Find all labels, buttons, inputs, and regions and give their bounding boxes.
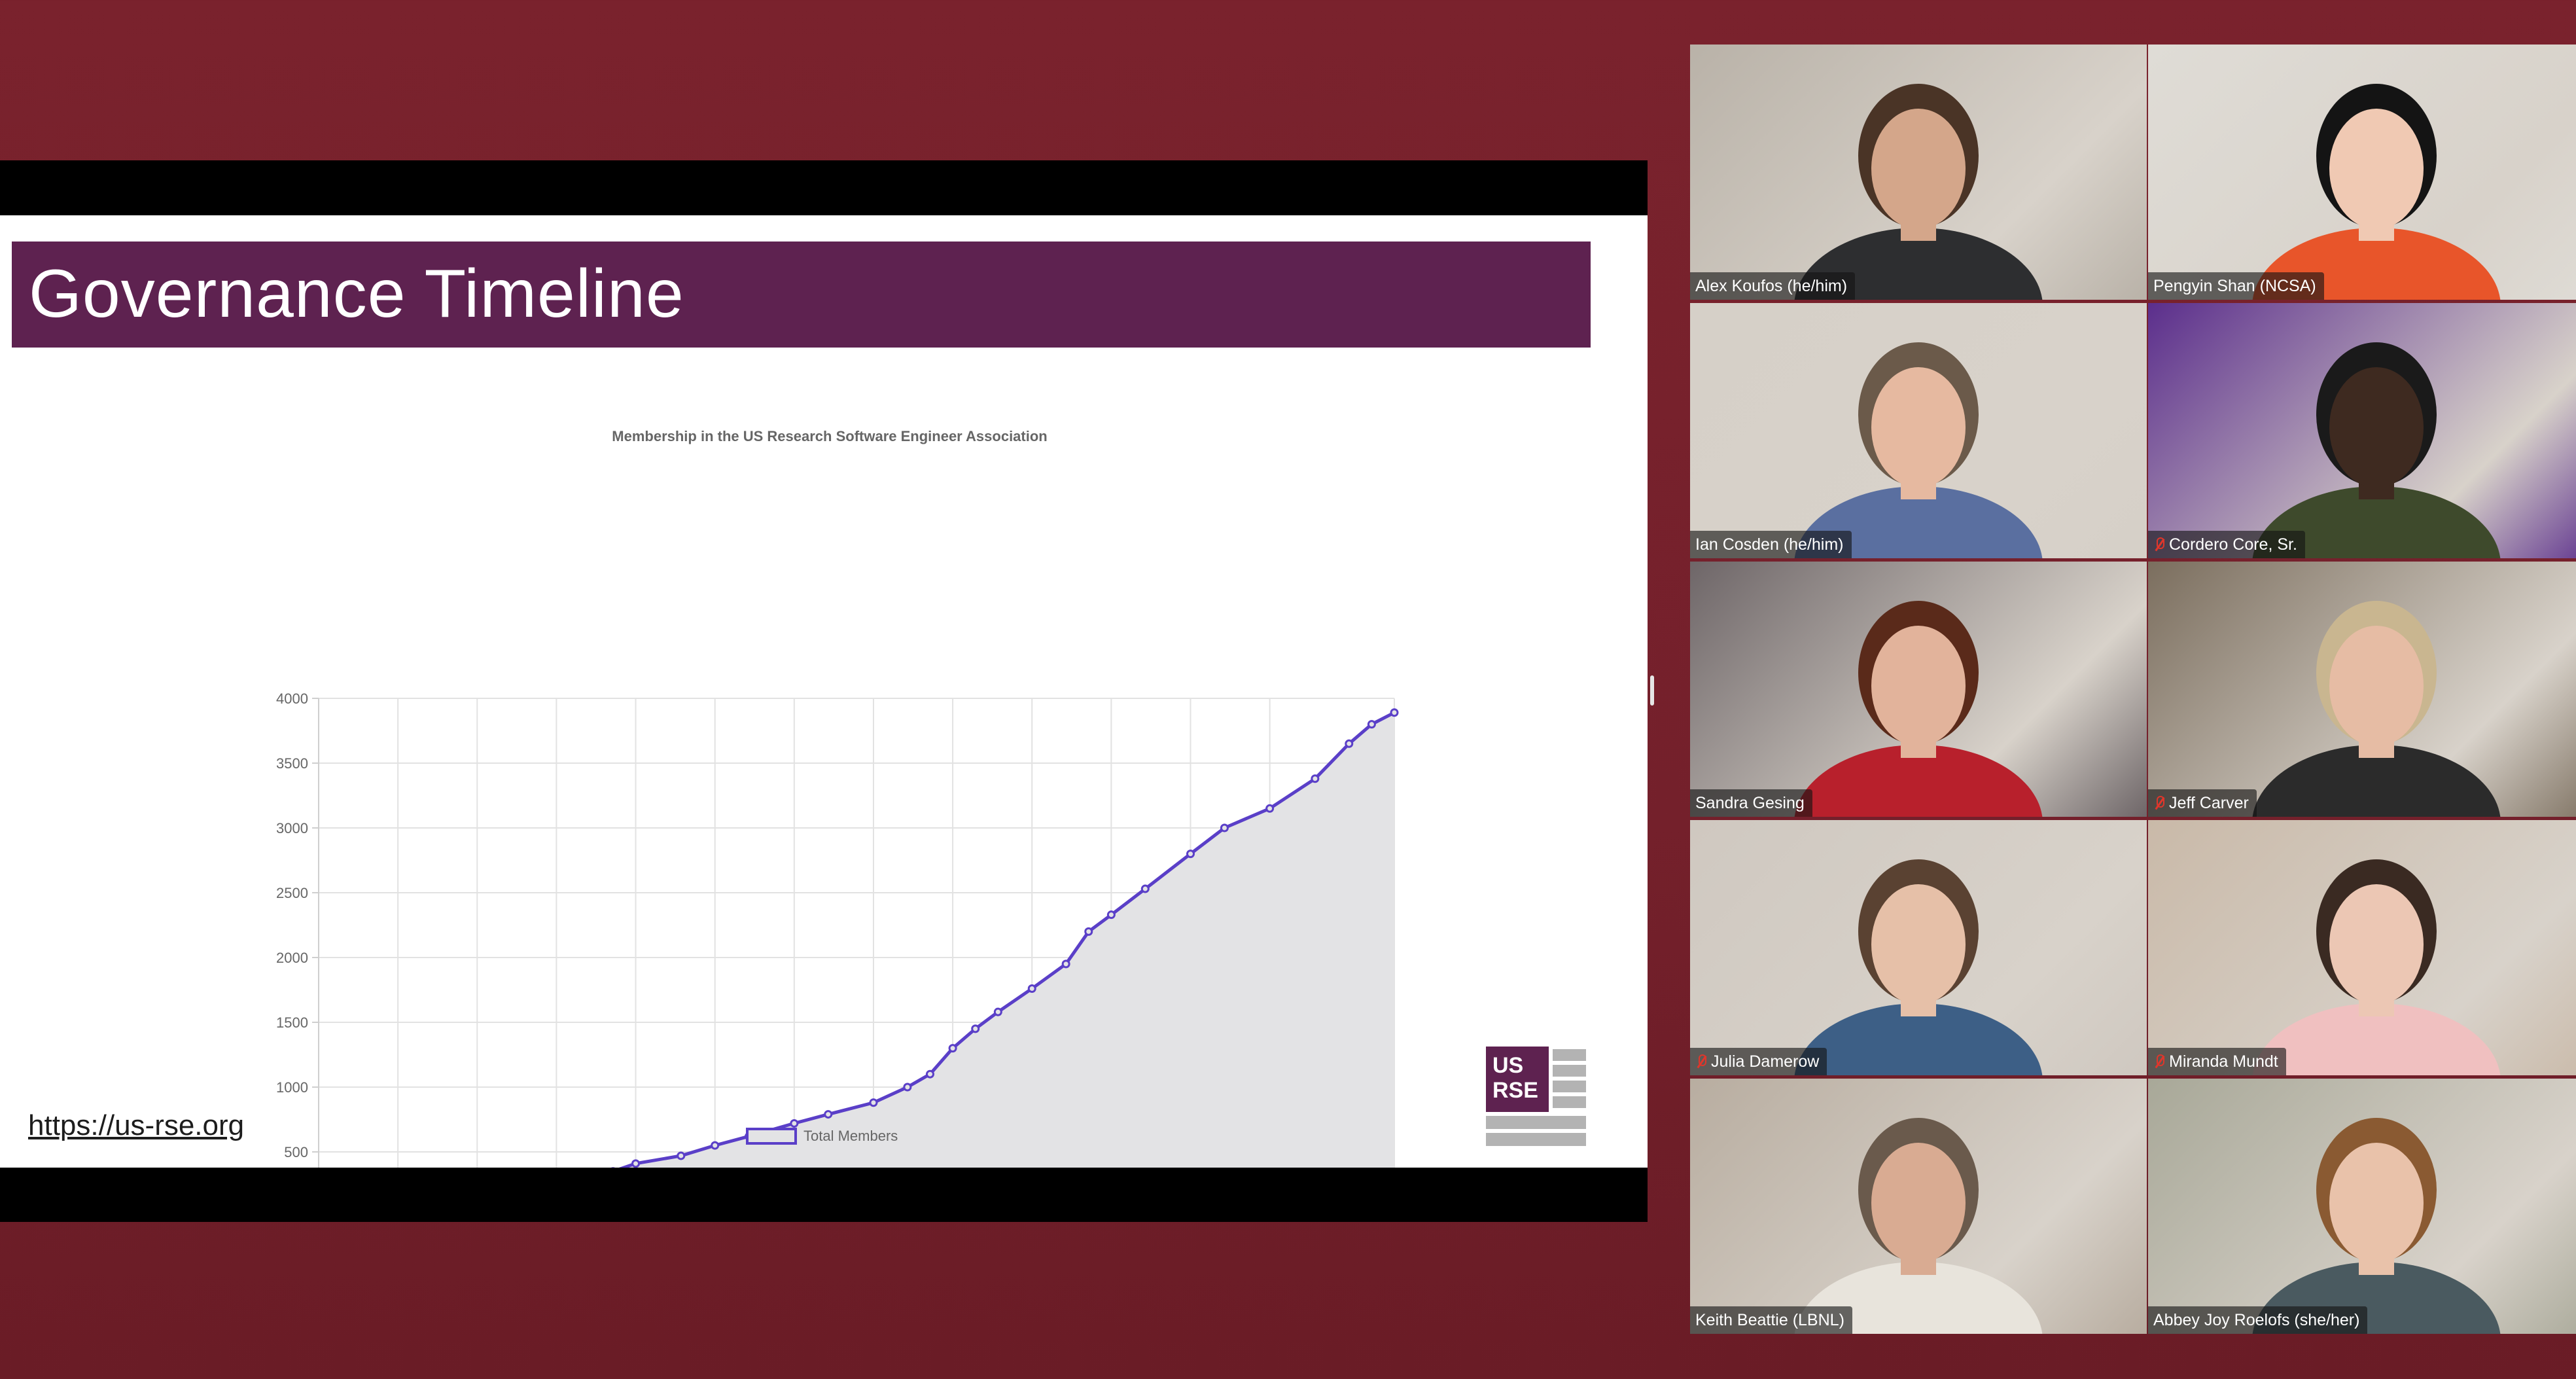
- participant-video: [1794, 84, 2043, 300]
- screen-share-area: Governance Timeline Membership in the US…: [0, 160, 1648, 1222]
- participant-video: [2252, 1118, 2501, 1334]
- chart-legend[interactable]: Total Members: [746, 1128, 898, 1145]
- data-point[interactable]: [1345, 739, 1354, 748]
- participant-name-tag: Cordero Core, Sr.: [2148, 531, 2305, 558]
- data-point[interactable]: [790, 1119, 799, 1128]
- participant-name: Cordero Core, Sr.: [2169, 535, 2297, 554]
- membership-chart: Membership in the US Research Software E…: [276, 428, 1399, 1168]
- participant-tile[interactable]: Abbey Joy Roelofs (she/her): [2148, 1079, 2576, 1334]
- muted-mic-icon: [2153, 1053, 2165, 1070]
- participant-video: [1794, 1118, 2043, 1334]
- data-point[interactable]: [1084, 927, 1093, 936]
- participant-video: [2252, 84, 2501, 300]
- chart-title: Membership in the US Research Software E…: [612, 428, 1047, 444]
- data-point[interactable]: [971, 1024, 980, 1033]
- data-point[interactable]: [1106, 910, 1116, 920]
- data-point[interactable]: [677, 1151, 686, 1160]
- participant-name-tag: Miranda Mundt: [2148, 1048, 2286, 1075]
- data-point[interactable]: [869, 1098, 878, 1107]
- svg-text:RSE: RSE: [1492, 1078, 1538, 1103]
- data-point[interactable]: [1220, 823, 1229, 833]
- participant-tile[interactable]: Keith Beattie (LBNL): [1690, 1079, 2147, 1334]
- data-point[interactable]: [1311, 774, 1320, 783]
- y-tick-label: 500: [284, 1144, 308, 1160]
- data-point[interactable]: [1265, 804, 1275, 813]
- data-point[interactable]: [1027, 984, 1036, 994]
- participant-tile[interactable]: Miranda Mundt: [2148, 820, 2576, 1075]
- participant-name-tag: Keith Beattie (LBNL): [1690, 1306, 1852, 1334]
- series-area-fill: [624, 712, 1394, 1168]
- participant-name-tag: Julia Damerow: [1690, 1048, 1827, 1075]
- participant-name: Sandra Gesing: [1695, 793, 1805, 812]
- participant-tile[interactable]: Alex Koufos (he/him): [1690, 45, 2147, 300]
- data-point[interactable]: [925, 1069, 934, 1079]
- data-point[interactable]: [903, 1083, 912, 1092]
- participant-name: Jeff Carver: [2169, 793, 2249, 812]
- data-point[interactable]: [1061, 959, 1070, 969]
- svg-text:US: US: [1492, 1053, 1523, 1078]
- data-point[interactable]: [1186, 850, 1195, 859]
- y-tick-label: 3500: [276, 755, 308, 772]
- data-point[interactable]: [631, 1159, 641, 1168]
- participant-tile[interactable]: Julia Damerow: [1690, 820, 2147, 1075]
- data-point[interactable]: [824, 1110, 833, 1119]
- participant-tile[interactable]: Pengyin Shan (NCSA): [2148, 45, 2576, 300]
- data-point[interactable]: [1390, 708, 1399, 717]
- participant-name: Pengyin Shan (NCSA): [2153, 276, 2316, 295]
- participant-video: [1794, 342, 2043, 558]
- participant-name-tag: Sandra Gesing: [1690, 789, 1812, 817]
- participant-name: Miranda Mundt: [2169, 1052, 2278, 1071]
- split-resize-handle[interactable]: [1650, 675, 1654, 706]
- participant-name-tag: Ian Cosden (he/him): [1690, 531, 1852, 558]
- data-point[interactable]: [1140, 884, 1150, 893]
- participant-tile[interactable]: Ian Cosden (he/him): [1690, 303, 2147, 558]
- participant-video: [2252, 601, 2501, 817]
- participant-video: [2252, 342, 2501, 558]
- participant-gallery: Alex Koufos (he/him) Pengyin Shan (NCSA) I…: [1690, 45, 2576, 1338]
- participant-video: [1794, 859, 2043, 1075]
- us-rse-logo: US RSE: [1486, 1047, 1586, 1148]
- participant-name: Abbey Joy Roelofs (she/her): [2153, 1310, 2360, 1329]
- data-point[interactable]: [948, 1044, 957, 1053]
- participant-video: [1794, 601, 2043, 817]
- participant-tile[interactable]: Jeff Carver: [2148, 562, 2576, 817]
- participant-video: [2252, 859, 2501, 1075]
- presentation-slide: Governance Timeline Membership in the US…: [0, 215, 1648, 1168]
- participant-name: Julia Damerow: [1711, 1052, 1820, 1071]
- participant-name-tag: Abbey Joy Roelofs (she/her): [2148, 1306, 2368, 1334]
- participant-name-tag: Alex Koufos (he/him): [1690, 272, 1856, 300]
- participant-name: Alex Koufos (he/him): [1695, 276, 1848, 295]
- participant-name-tag: Jeff Carver: [2148, 789, 2257, 817]
- participant-tile[interactable]: Cordero Core, Sr.: [2148, 303, 2576, 558]
- participant-name-tag: Pengyin Shan (NCSA): [2148, 272, 2324, 300]
- data-point[interactable]: [1367, 720, 1376, 729]
- muted-mic-icon: [2153, 795, 2165, 812]
- legend-label: Total Members: [803, 1128, 898, 1144]
- y-tick-label: 1500: [276, 1014, 308, 1031]
- y-tick-label: 3000: [276, 820, 308, 836]
- participant-name: Keith Beattie (LBNL): [1695, 1310, 1844, 1329]
- y-tick-label: 1000: [276, 1079, 308, 1096]
- participant-name: Ian Cosden (he/him): [1695, 535, 1844, 554]
- legend-swatch: [746, 1128, 797, 1145]
- participant-tile[interactable]: Sandra Gesing: [1690, 562, 2147, 817]
- data-point[interactable]: [993, 1007, 1002, 1016]
- y-tick-label: 2000: [276, 950, 308, 966]
- us-rse-link[interactable]: https://us-rse.org: [28, 1109, 244, 1142]
- muted-mic-icon: [1695, 1053, 1707, 1070]
- y-tick-label: 4000: [276, 690, 308, 707]
- data-point[interactable]: [711, 1141, 720, 1150]
- muted-mic-icon: [2153, 536, 2165, 553]
- y-tick-label: 2500: [276, 885, 308, 901]
